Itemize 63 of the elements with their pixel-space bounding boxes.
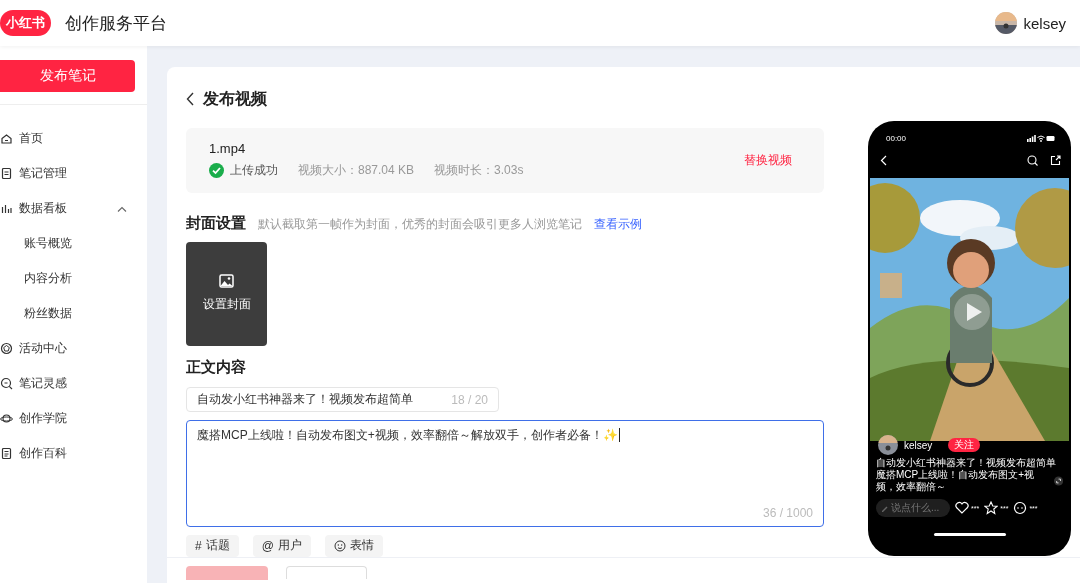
title-text: 自动发小红书神器来了！视频发布超简单 — [197, 391, 413, 409]
section-heading: 封面设置 — [186, 213, 246, 233]
document-icon — [0, 447, 13, 460]
sidebar-item[interactable]: 笔记灵感 — [0, 366, 147, 401]
insert-button[interactable]: 表情 — [324, 535, 383, 557]
char-count: 18 / 20 — [451, 392, 488, 407]
video-duration: 视频时长：3.03s — [434, 162, 524, 180]
char-count: 36 / 1000 — [762, 506, 813, 520]
title-field[interactable]: 自动发小红书神器来了！视频发布超简单 18 / 20 — [186, 387, 499, 413]
avatar-icon[interactable] — [878, 435, 898, 455]
play-icon[interactable] — [954, 294, 990, 330]
back-icon[interactable] — [186, 92, 195, 107]
sidebar-item[interactable]: 首页 — [0, 121, 147, 156]
sidebar-subitem[interactable]: 账号概览 — [0, 226, 147, 261]
follow-button[interactable]: 关注 — [948, 438, 981, 452]
planet-icon — [0, 412, 13, 425]
comment-field[interactable]: 说点什么... — [876, 499, 950, 517]
body-text: 魔搭MCP上线啦！自动发布图文+视频，效率翻倍～解放双手，创作者必备！✨ — [197, 427, 621, 445]
author-name[interactable]: kelsey — [904, 439, 933, 451]
logo: 小红书 — [0, 10, 51, 36]
status-icons — [1027, 134, 1055, 142]
document-icon — [0, 167, 13, 180]
sidebar-item[interactable]: 笔记管理 — [0, 156, 147, 191]
sidebar-subitem[interactable]: 粉丝数据 — [0, 296, 147, 331]
chevron-icon[interactable] — [117, 205, 127, 212]
sidebar-item[interactable]: 创作百科 — [0, 436, 147, 471]
heart-icon[interactable] — [955, 501, 969, 515]
platform-title: 创作服务平台 — [65, 12, 167, 35]
post-title: 自动发小红书神器来了！视频发布超简单 — [876, 457, 1057, 469]
section-heading: 正文内容 — [186, 358, 247, 378]
file-name: 1.mp4 — [209, 141, 247, 157]
cover-hint: 默认截取第一帧作为封面，优秀的封面会吸引更多人浏览笔记 — [258, 215, 582, 233]
pencil-icon — [881, 504, 888, 512]
search-icon[interactable] — [1027, 154, 1038, 166]
pentagon-icon — [0, 342, 13, 355]
smiley-icon — [333, 540, 346, 552]
sidebar-item[interactable]: 数据看板 — [0, 191, 147, 226]
bar-chart-icon — [0, 202, 13, 215]
sidebar-item[interactable]: 活动中心 — [0, 331, 147, 366]
post-text: 魔搭MCP上线啦！自动发布图文+视频，效率翻倍～ — [876, 469, 1036, 493]
body-text-field[interactable]: 魔搭MCP上线啦！自动发布图文+视频，效率翻倍～解放双手，创作者必备！✨ 36 / 1000 — [186, 420, 824, 527]
upload-status: 上传成功 — [230, 162, 278, 180]
sidebar-subitem[interactable]: 内容分析 — [0, 261, 147, 296]
check-circle-icon — [209, 163, 224, 179]
set-cover-button[interactable]: 设置封面 — [186, 241, 267, 347]
insert-button[interactable]: @ 用户 — [252, 535, 311, 557]
expand-icon[interactable] — [1053, 475, 1063, 487]
image-icon — [219, 274, 234, 289]
magnifier-icon — [0, 377, 13, 390]
avatar-icon[interactable] — [995, 12, 1018, 34]
sidebar-item[interactable]: 创作学院 — [0, 401, 147, 436]
replace-video-link[interactable]: 替换视频 — [744, 151, 792, 169]
status-time: 00:00 — [886, 133, 907, 143]
user-name[interactable]: kelsey — [1023, 14, 1066, 32]
share-icon[interactable] — [1050, 154, 1061, 166]
view-example-link[interactable]: 查看示例 — [594, 215, 642, 233]
video-size: 视频大小：887.04 KB — [298, 162, 415, 180]
publish-note-button[interactable]: 发布笔记 — [0, 60, 135, 92]
home-icon — [0, 132, 13, 145]
comment-icon[interactable] — [1013, 501, 1028, 515]
star-icon[interactable] — [984, 501, 999, 515]
page-title: 发布视频 — [203, 88, 267, 109]
insert-button[interactable]: # 话题 — [186, 535, 239, 557]
